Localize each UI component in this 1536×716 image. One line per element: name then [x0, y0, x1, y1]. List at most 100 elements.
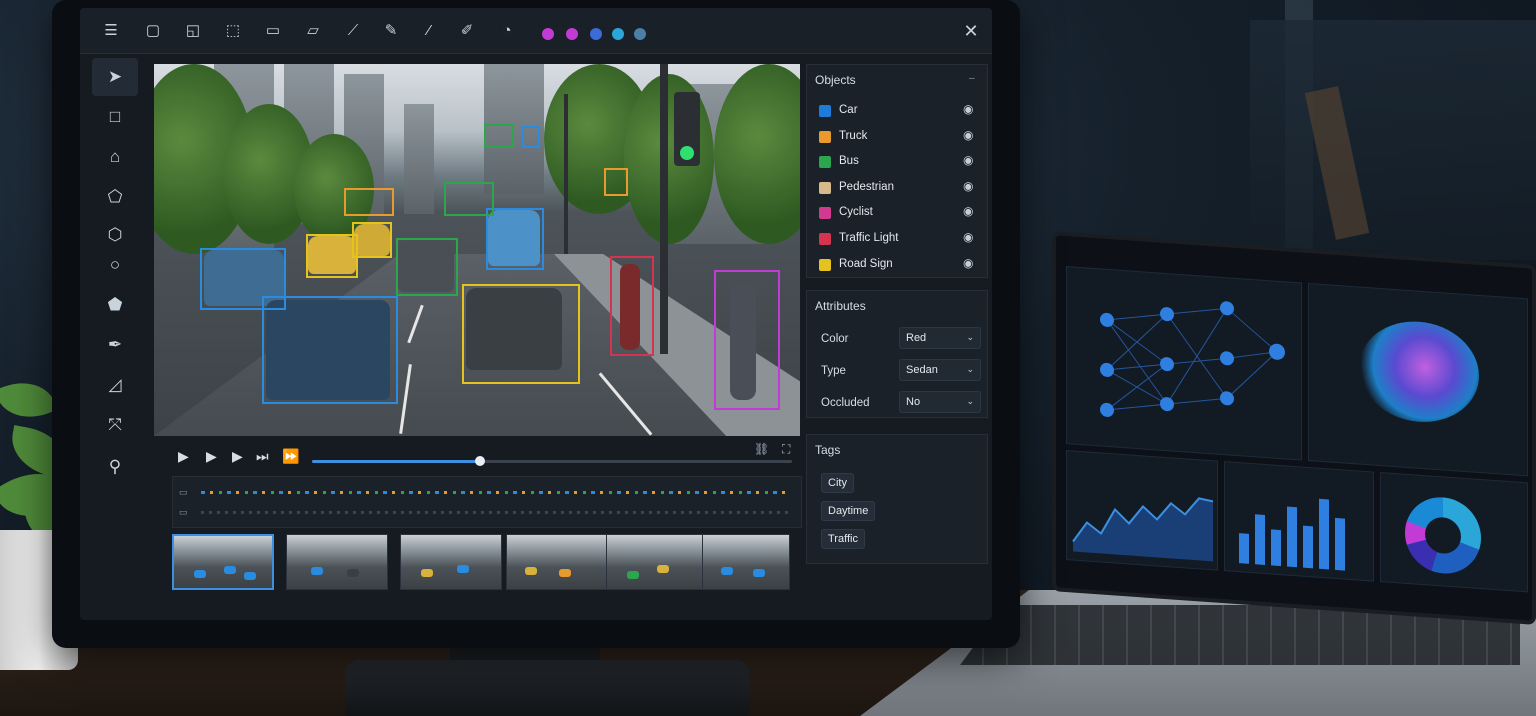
bbox-road-sign[interactable]: [462, 284, 580, 384]
play-forward-icon[interactable]: ▶: [206, 448, 217, 465]
frame-thumbnail[interactable]: [286, 534, 388, 590]
bbox-traffic-light[interactable]: [604, 168, 628, 196]
laptop-donut-panel: [1380, 472, 1528, 593]
objects-panel: Objects – Car ◉ Truck ◉ Bus ◉ Pedestrian ◉ Cycli…: [806, 64, 988, 278]
select-tool-icon[interactable]: ➤: [92, 58, 138, 96]
annotation-canvas[interactable]: [154, 64, 800, 436]
pencil-tool-icon[interactable]: ✐: [456, 20, 478, 42]
link-icon[interactable]: ⛓: [754, 442, 769, 456]
bbox-car[interactable]: [486, 208, 544, 270]
frame-thumbnail[interactable]: [702, 534, 790, 590]
measure-tool-icon[interactable]: ◿: [92, 366, 138, 404]
bbox-car[interactable]: [262, 296, 398, 404]
pen-tool-icon[interactable]: ✒: [92, 326, 138, 364]
color-swatch-blue[interactable]: [590, 28, 602, 40]
color-swatch-steel[interactable]: [634, 28, 646, 40]
object-class-row[interactable]: Bus ◉: [817, 150, 977, 174]
frame-thumbnail[interactable]: [606, 534, 708, 590]
object-class-label: Truck: [839, 129, 868, 142]
bbox-truck[interactable]: [344, 188, 394, 216]
attribute-select[interactable]: Sedan ⌄: [899, 359, 981, 381]
timeline[interactable]: ▭ ▭: [172, 476, 802, 528]
attributes-panel: Attributes Color Red ⌄ Type Sedan ⌄ Occluded No…: [806, 290, 988, 418]
rectangle-tool-icon[interactable]: □: [92, 98, 138, 136]
attributes-title: Attributes: [815, 299, 866, 313]
timeline-track: [201, 511, 791, 514]
attribute-label: Color: [821, 333, 849, 345]
background-shelf: [1250, 20, 1536, 260]
line-tool-icon[interactable]: ⟋: [342, 20, 364, 42]
bbox-bus[interactable]: [484, 124, 514, 148]
visibility-eye-icon[interactable]: ◉: [963, 256, 973, 270]
bbox-cyclist[interactable]: [610, 256, 654, 356]
top-toolbar: ☰ ▢ ◱ ⬚ ▭ ▱ ⟋ ✎ ⁄ ✐ ◔ ✕: [80, 8, 992, 54]
object-class-label: Car: [839, 104, 858, 116]
collapse-icon[interactable]: –: [969, 73, 975, 84]
visibility-eye-icon[interactable]: ◉: [963, 128, 973, 142]
fast-forward-icon[interactable]: ⏩: [282, 448, 299, 465]
object-class-label: Cyclist: [839, 206, 873, 219]
color-swatch-cyan[interactable]: [612, 28, 624, 40]
attribute-select[interactable]: No ⌄: [899, 391, 981, 413]
step-forward-icon[interactable]: ▶: [232, 448, 243, 465]
pen-tool-icon[interactable]: ✎: [380, 20, 402, 42]
magic-tool-icon[interactable]: ⚲: [92, 448, 138, 486]
tag-chip[interactable]: Traffic: [821, 529, 865, 549]
shape-tool-icon[interactable]: ▱: [302, 20, 324, 42]
bbox-road-sign[interactable]: [306, 234, 358, 278]
pentagon-tool-icon[interactable]: ⬠: [92, 178, 138, 216]
timeline-track-icon: ▭: [179, 487, 188, 497]
close-icon[interactable]: ✕: [960, 20, 982, 42]
circle-tool-icon[interactable]: ○: [92, 246, 138, 284]
attribute-label: Type: [821, 365, 846, 377]
playback-progress-fill: [312, 460, 480, 463]
frame-thumbnail[interactable]: [172, 534, 274, 590]
bbox-tool-icon[interactable]: ▢: [142, 20, 164, 42]
tag-tool-icon[interactable]: ◔: [496, 20, 518, 42]
laptop-line-chart-panel: [1066, 450, 1218, 571]
tree-tool-icon[interactable]: ☰: [100, 20, 122, 42]
playback-scrubber[interactable]: [475, 456, 485, 466]
cuboid-tool-icon[interactable]: ⬚: [222, 20, 244, 42]
chevron-down-icon: ⌄: [966, 364, 974, 374]
video-controls: ▶ ▶ ▶ ⏭ ⏩ ⛓ ⛶: [154, 438, 800, 478]
playback-progress[interactable]: [312, 456, 792, 466]
bbox-pedestrian[interactable]: [714, 270, 780, 410]
object-class-color: [819, 130, 831, 143]
visibility-eye-icon[interactable]: ◉: [963, 153, 973, 167]
color-swatch-purple[interactable]: [566, 28, 578, 40]
object-class-row[interactable]: Truck ◉: [817, 125, 977, 149]
object-class-row[interactable]: Car ◉: [817, 99, 977, 123]
object-class-color: [819, 207, 831, 220]
object-class-row[interactable]: Pedestrian ◉: [817, 176, 977, 200]
bbox-bus[interactable]: [444, 182, 494, 216]
object-class-row[interactable]: Cyclist ◉: [817, 201, 977, 225]
brush-tool-icon[interactable]: ⁄: [418, 20, 440, 42]
frame-thumbnail[interactable]: [506, 534, 608, 590]
visibility-eye-icon[interactable]: ◉: [963, 102, 973, 116]
freeform-tool-icon[interactable]: ⬟: [92, 286, 138, 324]
visibility-eye-icon[interactable]: ◉: [963, 230, 973, 244]
play-icon[interactable]: ▶: [178, 448, 189, 465]
bbox-bus[interactable]: [396, 238, 458, 296]
rect-tool-icon[interactable]: ▭: [262, 20, 284, 42]
skip-forward-icon[interactable]: ⏭: [256, 448, 269, 465]
color-swatch-magenta[interactable]: [542, 28, 554, 40]
tag-chip[interactable]: Daytime: [821, 501, 876, 521]
attribute-value: Sedan: [906, 364, 938, 376]
object-class-color: [819, 181, 831, 194]
tag-chip[interactable]: City: [821, 473, 854, 493]
bbox-car[interactable]: [522, 126, 540, 148]
polygon-tool-icon[interactable]: ◱: [182, 20, 204, 42]
object-class-row[interactable]: Road Sign ◉: [817, 253, 977, 277]
fullscreen-icon[interactable]: ⛶: [782, 442, 790, 457]
keypoint-tool-icon[interactable]: ⤧: [92, 406, 138, 444]
attribute-select[interactable]: Red ⌄: [899, 327, 981, 349]
polygon-tool-icon[interactable]: ⌂: [92, 138, 138, 176]
annotation-app: ☰ ▢ ◱ ⬚ ▭ ▱ ⟋ ✎ ⁄ ✐ ◔ ✕ ➤ □ ⌂ ⬠ ⬡ ○ ⬟ ✒ …: [80, 8, 992, 620]
visibility-eye-icon[interactable]: ◉: [963, 179, 973, 193]
object-class-row[interactable]: Traffic Light ◉: [817, 227, 977, 251]
frame-thumbnail[interactable]: [400, 534, 502, 590]
bbox-road-sign[interactable]: [352, 222, 392, 258]
visibility-eye-icon[interactable]: ◉: [963, 204, 973, 218]
